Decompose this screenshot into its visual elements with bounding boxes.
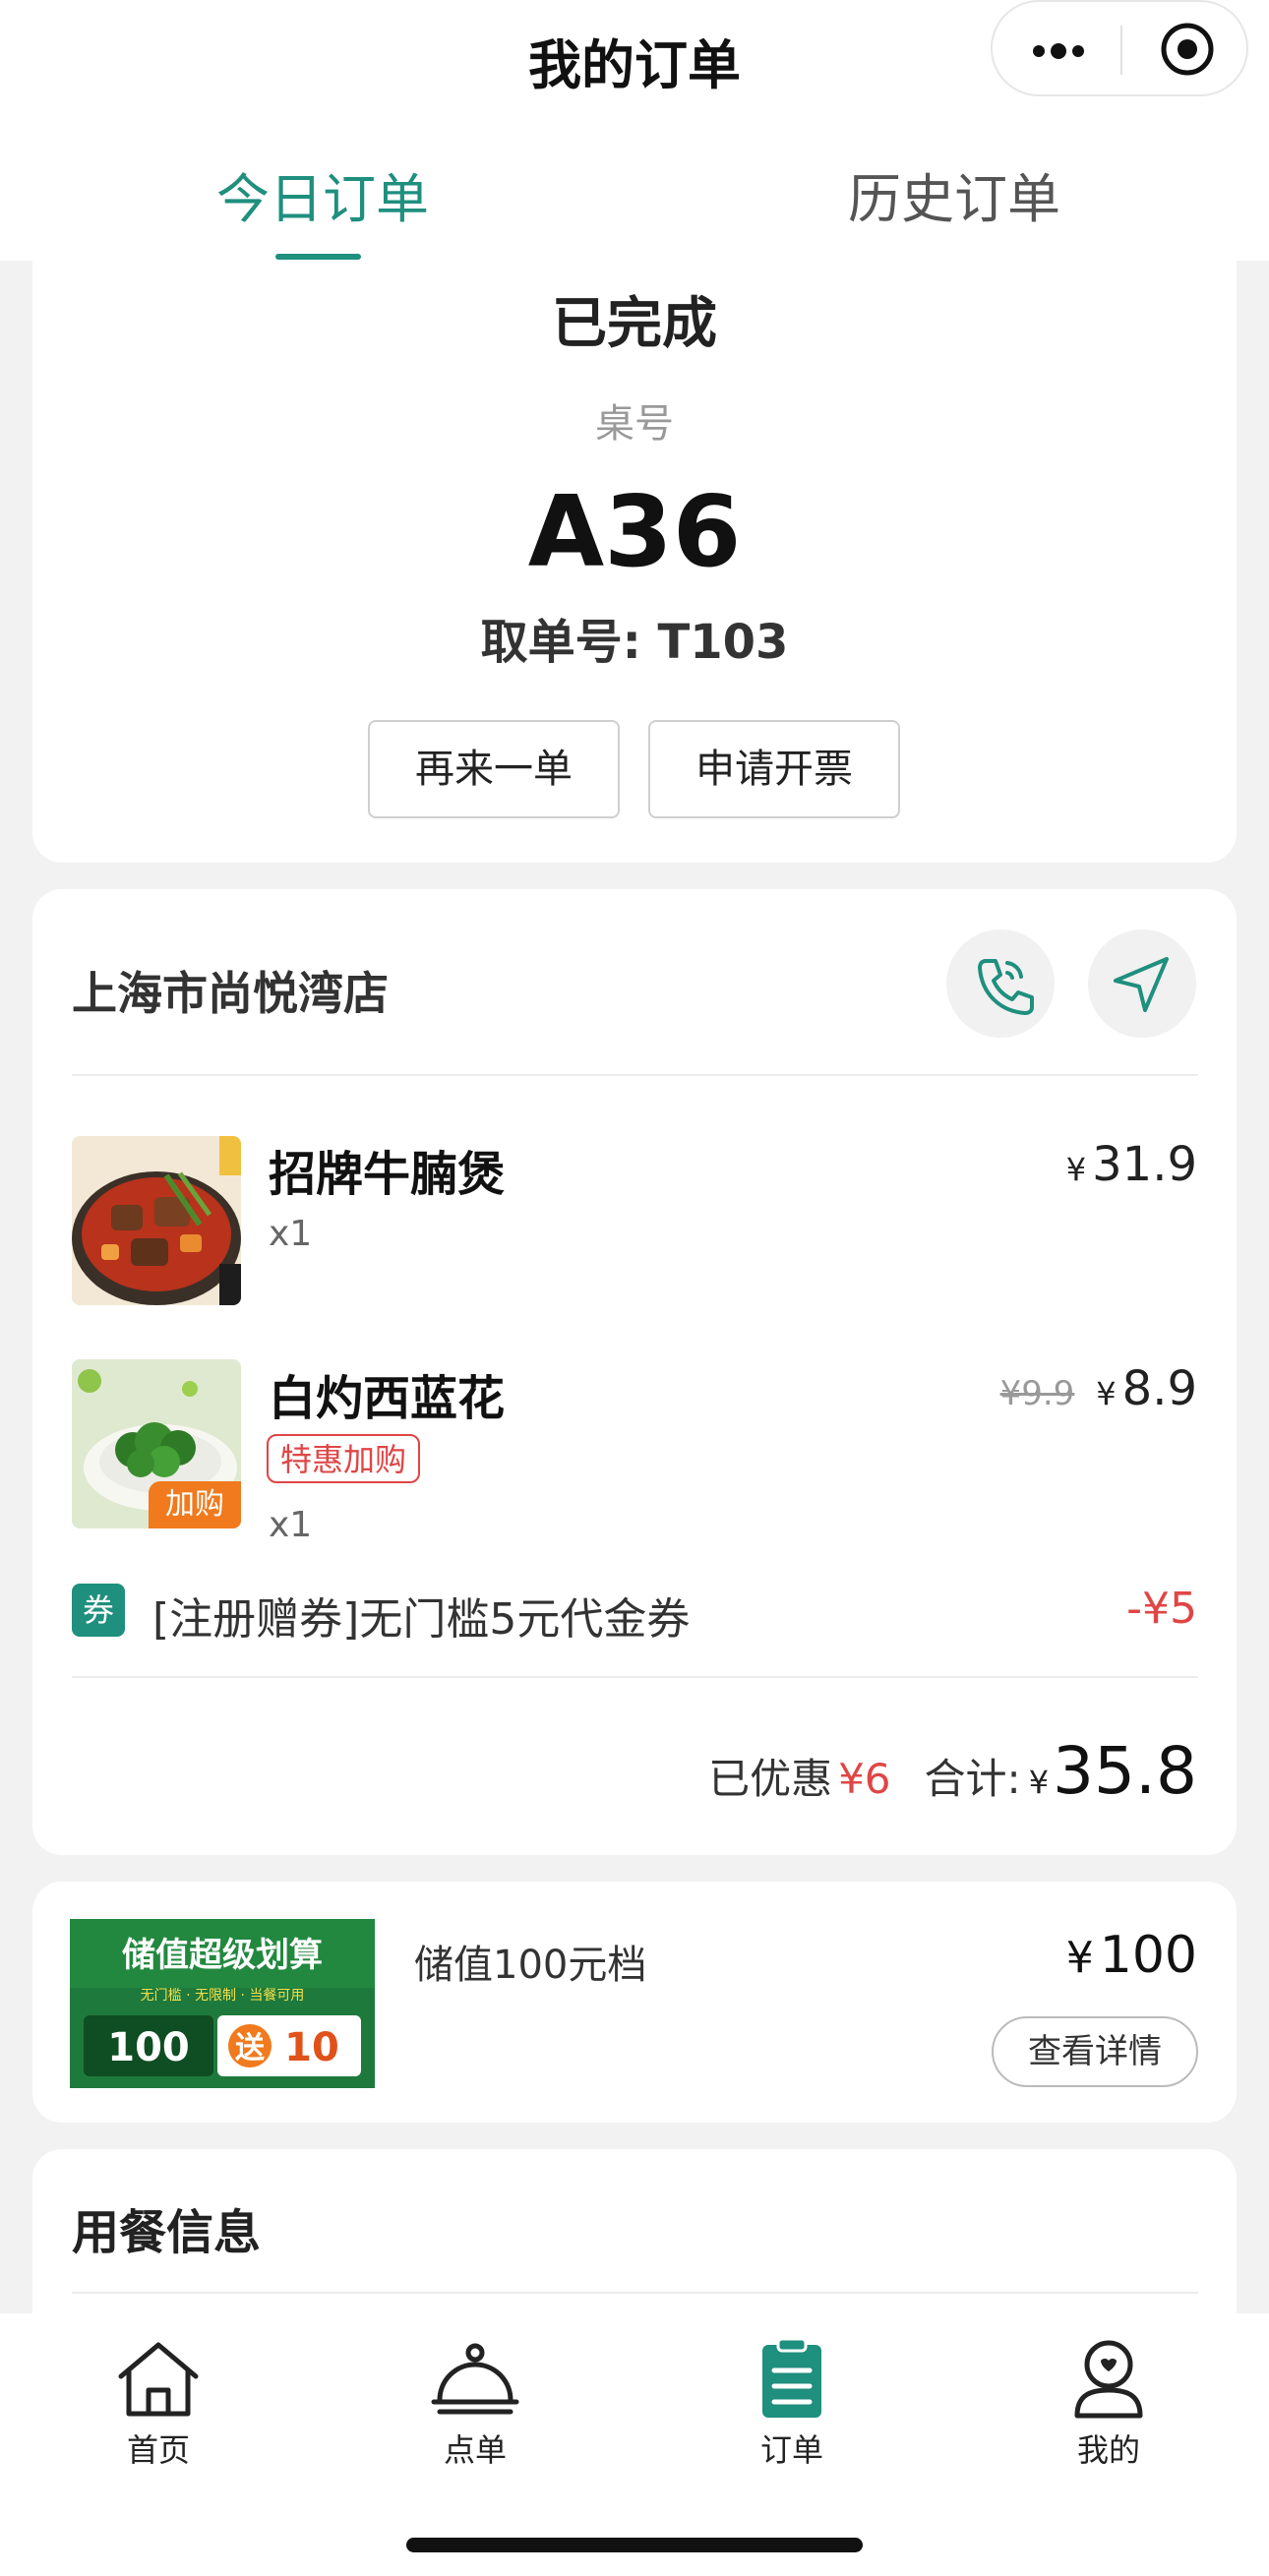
price-value: 8.9 (1121, 1361, 1197, 1416)
more-dots-icon[interactable] (1029, 31, 1088, 71)
cloche-icon (431, 2343, 519, 2415)
special-offer-tag: 特惠加购 (267, 1434, 421, 1483)
item-price: ¥31.9 (1066, 1137, 1197, 1192)
banner-subtitle: 无门槛 · 无限制 · 当餐可用 (141, 1988, 305, 2004)
order-summary: 已优惠 ¥6 合计: ¥35.8 (708, 1733, 1197, 1809)
stored-value-banner: 储值超级划算 无门槛 · 无限制 · 当餐可用 100 送 10 (70, 1919, 375, 2088)
table-label: 桌号 (595, 401, 674, 447)
price-value: 100 (1099, 1926, 1197, 1985)
coupon-amount: -¥5 (1126, 1584, 1197, 1634)
mini-program-capsule-overlay (991, 0, 1248, 96)
order-status: 已完成 (552, 292, 717, 356)
currency-symbol: ¥ (1065, 1151, 1087, 1188)
banner-gift: 10 (284, 2025, 339, 2070)
view-details-button[interactable]: 查看详情 (992, 2016, 1198, 2087)
tabbar-label: 首页 (126, 2431, 190, 2469)
currency-symbol: ¥ (1096, 1375, 1117, 1412)
tabbar-label: 订单 (759, 2431, 823, 2469)
home-indicator (406, 2538, 863, 2552)
stored-value-text: 储值100元档 (414, 1943, 647, 1988)
tabbar-item-home[interactable]: 首页 (60, 2313, 257, 2469)
tab-history-orders[interactable]: 历史订单 (848, 155, 1060, 233)
price-value: 31.9 (1092, 1137, 1197, 1192)
coupon-text: [注册赠券]无门槛5元代金券 (152, 1594, 691, 1645)
phone-icon (978, 959, 1034, 1015)
item-qty: x1 (269, 1214, 313, 1254)
bottom-tab-bar: 首页 点单 订单 我的 (0, 2313, 1269, 2576)
item-price: ¥9.9 ¥8.9 (1000, 1361, 1197, 1416)
add-on-badge: 加购 (149, 1481, 241, 1528)
banner-title: 储值超级划算 (122, 1936, 323, 1975)
discount-value: ¥6 (838, 1755, 891, 1803)
dining-divider (72, 2292, 1198, 2294)
item-name: 白灼西蓝花 (269, 1371, 506, 1426)
store-card: 上海市尚悦湾店 招牌牛腩煲 x1 ¥31.9 加购 白灼西蓝花 特惠加购 x1 … (32, 889, 1237, 1855)
active-tab-indicator (275, 254, 361, 260)
tabbar-item-profile[interactable]: 我的 (1010, 2313, 1207, 2469)
banner-amount: 100 (107, 2025, 190, 2070)
currency-symbol: ¥ (1065, 1933, 1094, 1983)
discount-label: 已优惠 (708, 1755, 833, 1803)
navigate-icon (1114, 957, 1169, 1012)
item-qty: x1 (269, 1505, 313, 1545)
coupon-icon: 券 (72, 1584, 125, 1637)
navigate-store-button[interactable] (1088, 929, 1196, 1038)
item-image-broccoli: 加购 (72, 1359, 241, 1528)
capsule-divider (1120, 26, 1122, 75)
profile-icon (1074, 2340, 1143, 2419)
tabbar-item-order-food[interactable]: 点单 (377, 2313, 574, 2469)
banner-gift-prefix: 送 (235, 2031, 265, 2066)
order-status-card: 已完成 桌号 A36 取单号: T103 再来一单 申请开票 (32, 216, 1237, 863)
reorder-button[interactable]: 再来一单 (368, 720, 620, 818)
tabbar-item-orders[interactable]: 订单 (694, 2313, 890, 2469)
item-image-beef-brisket (72, 1136, 241, 1305)
stored-value-price: ¥100 (1066, 1926, 1197, 1985)
total-label: 合计: (924, 1755, 1021, 1803)
dining-info-title: 用餐信息 (72, 2205, 262, 2260)
store-name: 上海市尚悦湾店 (72, 967, 389, 1020)
item-name: 招牌牛腩煲 (269, 1147, 506, 1202)
tabbar-label: 我的 (1076, 2431, 1140, 2469)
tabbar-label: 点单 (443, 2431, 507, 2469)
store-divider (72, 1074, 1198, 1076)
clipboard-icon (762, 2337, 821, 2418)
table-number: A36 (527, 474, 742, 589)
pickup-number: 取单号: T103 (480, 615, 789, 670)
beef-brisket-photo (72, 1136, 241, 1305)
total-value: 35.8 (1053, 1733, 1197, 1809)
original-price: ¥9.9 (999, 1374, 1075, 1413)
capsule-close-icon[interactable] (1158, 20, 1217, 79)
home-icon (118, 2342, 199, 2417)
total-currency: ¥ (1028, 1764, 1050, 1801)
tab-today-orders[interactable]: 今日订单 (216, 155, 429, 233)
stored-value-card[interactable]: 储值超级划算 无门槛 · 无限制 · 当餐可用 100 送 10 储值100元档… (32, 1882, 1237, 2123)
summary-divider (72, 1676, 1198, 1678)
call-store-button[interactable] (946, 929, 1055, 1038)
invoice-button[interactable]: 申请开票 (648, 720, 900, 818)
